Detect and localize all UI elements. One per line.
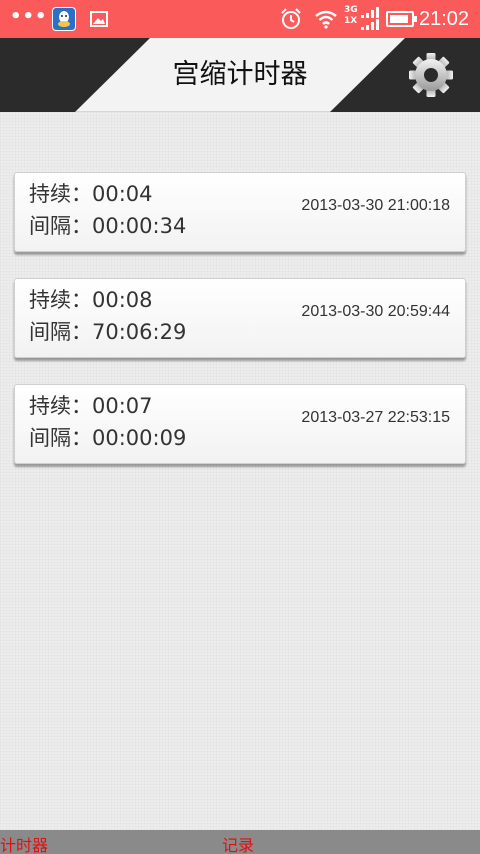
settings-button[interactable] — [402, 52, 460, 98]
qq-icon — [52, 7, 76, 31]
signal-bars-icon — [360, 7, 380, 35]
bottom-tab-bar: 计时器 记录 — [0, 830, 480, 854]
duration-label: 持续： — [29, 182, 92, 206]
record-duration: 持续：00:04 — [29, 178, 153, 208]
notification-dots: ••• — [10, 6, 48, 27]
network-type-1x: 1X — [344, 16, 358, 26]
record-timestamp: 2013-03-30 20:59:44 — [301, 303, 450, 320]
app-header: 宫缩计时器 — [0, 38, 480, 112]
interval-label: 间隔： — [29, 320, 92, 344]
interval-label: 间隔： — [29, 426, 92, 450]
tab-records[interactable]: 记录 — [222, 832, 254, 854]
network-type-3g: 3G — [344, 5, 358, 15]
record-list: 持续：00:04 间隔：00:00:34 2013-03-30 21:00:18… — [14, 172, 466, 490]
record-interval: 间隔：00:00:34 — [29, 210, 186, 240]
record-interval: 间隔：00:00:09 — [29, 422, 186, 452]
record-item[interactable]: 持续：00:07 间隔：00:00:09 2013-03-27 22:53:15 — [14, 384, 466, 464]
clock: 21:02 — [419, 8, 470, 30]
network-type: 3G 1X — [344, 5, 358, 27]
tab-timer[interactable]: 计时器 — [0, 832, 48, 854]
status-bar: ••• 3G 1X 21:02 — [0, 0, 480, 38]
record-timestamp: 2013-03-27 22:53:15 — [301, 409, 450, 426]
interval-value: 70:06:29 — [92, 320, 187, 344]
duration-value: 00:07 — [92, 394, 153, 418]
record-interval: 间隔：70:06:29 — [29, 316, 186, 346]
wifi-icon — [314, 9, 338, 33]
interval-label: 间隔： — [29, 214, 92, 238]
duration-value: 00:08 — [92, 288, 153, 312]
duration-label: 持续： — [29, 288, 92, 312]
record-timestamp: 2013-03-30 21:00:18 — [301, 197, 450, 214]
record-duration: 持续：00:07 — [29, 390, 153, 420]
duration-label: 持续： — [29, 394, 92, 418]
record-duration: 持续：00:08 — [29, 284, 153, 314]
battery-icon — [386, 11, 417, 27]
gear-icon — [409, 53, 453, 97]
duration-value: 00:04 — [92, 182, 153, 206]
record-item[interactable]: 持续：00:04 间隔：00:00:34 2013-03-30 21:00:18 — [14, 172, 466, 252]
record-item[interactable]: 持续：00:08 间隔：70:06:29 2013-03-30 20:59:44 — [14, 278, 466, 358]
interval-value: 00:00:09 — [92, 426, 187, 450]
alarm-icon — [280, 8, 302, 34]
gallery-icon — [90, 11, 108, 31]
interval-value: 00:00:34 — [92, 214, 187, 238]
